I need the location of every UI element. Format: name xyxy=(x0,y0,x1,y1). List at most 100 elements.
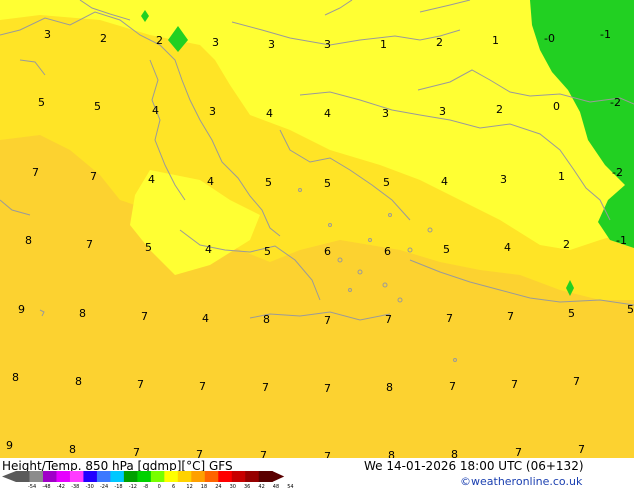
scale-swatch xyxy=(150,471,165,482)
scale-tick-label: 48 xyxy=(272,484,280,490)
scale-tick-label: -38 xyxy=(71,484,80,490)
temp-label: 4 xyxy=(148,173,155,186)
temp-label: 7 xyxy=(137,378,144,391)
scale-swatch xyxy=(29,471,44,482)
scale-swatch xyxy=(16,471,30,482)
temp-label: 8 xyxy=(75,375,82,388)
scale-tick-label: -18 xyxy=(114,484,123,490)
temp-label: 7 xyxy=(446,312,453,325)
temp-label: 7 xyxy=(324,450,331,458)
temp-label: 5 xyxy=(627,303,634,316)
temp-label: 7 xyxy=(260,449,267,458)
scale-swatch xyxy=(96,471,111,482)
temp-label: 8 xyxy=(451,448,458,458)
scale-swatch xyxy=(164,471,179,482)
temp-label: 4 xyxy=(504,241,511,254)
temp-label: 3 xyxy=(44,28,51,41)
temp-label: 7 xyxy=(133,446,140,458)
temp-label: 6 xyxy=(384,245,391,258)
temp-label: 7 xyxy=(86,238,93,251)
temp-label: 7 xyxy=(324,382,331,395)
temp-label: 4 xyxy=(441,175,448,188)
temp-label: 3 xyxy=(324,38,331,51)
scale-tick-label: -54 xyxy=(28,484,37,490)
temp-label: -2 xyxy=(610,96,621,109)
scale-arrow-left xyxy=(2,471,16,482)
temp-label: -1 xyxy=(600,28,611,41)
temp-label: 7 xyxy=(511,378,518,391)
temp-label: 9 xyxy=(6,439,13,452)
temp-label: 3 xyxy=(212,36,219,49)
scale-tick-label: 30 xyxy=(229,484,236,490)
scale-swatch xyxy=(258,471,273,482)
temp-label: 7 xyxy=(199,380,206,393)
temp-label: 2 xyxy=(100,32,107,45)
temp-label: 4 xyxy=(205,243,212,256)
scale-tick-label: -30 xyxy=(85,484,94,490)
temp-label: 7 xyxy=(196,448,203,458)
color-scale xyxy=(2,471,285,482)
scale-swatch xyxy=(137,471,152,482)
scale-tick-label: 12 xyxy=(186,484,193,490)
scale-tick-label: 36 xyxy=(244,484,251,490)
temp-label: 7 xyxy=(507,310,514,323)
temp-label: 1 xyxy=(492,34,499,47)
scale-tick-label: 42 xyxy=(258,484,265,490)
temp-label: 5 xyxy=(38,96,45,109)
temp-label: 0 xyxy=(553,100,560,113)
scale-swatch xyxy=(191,471,206,482)
scale-tick-label: -8 xyxy=(143,484,149,490)
temp-label: 7 xyxy=(578,443,585,456)
temp-label: 3 xyxy=(382,107,389,120)
temp-label: 7 xyxy=(573,375,580,388)
weather-map: 3 2 2 3 3 3 1 2 1 -0 -1 5 5 4 3 4 4 3 3 … xyxy=(0,0,634,458)
temp-label: 2 xyxy=(496,103,503,116)
scale-swatch xyxy=(83,471,98,482)
temp-label: 7 xyxy=(449,380,456,393)
scale-tick-label: 18 xyxy=(200,484,208,490)
scale-tick-label: 54 xyxy=(287,484,294,490)
temp-label: 5 xyxy=(265,176,272,189)
temp-label: 7 xyxy=(515,446,522,458)
scale-swatch xyxy=(69,471,84,482)
scale-swatch xyxy=(177,471,192,482)
temp-label: 5 xyxy=(443,243,450,256)
scale-swatch xyxy=(231,471,246,482)
temp-label: 4 xyxy=(324,107,331,120)
temp-label: 8 xyxy=(79,307,86,320)
scale-swatch xyxy=(110,471,125,482)
scale-swatch xyxy=(56,471,71,482)
temp-label: 3 xyxy=(439,105,446,118)
temp-label: -0 xyxy=(544,32,555,45)
temp-label: 4 xyxy=(202,312,209,325)
scale-tick-label: -24 xyxy=(100,484,109,490)
scale-arrow-right xyxy=(272,471,285,482)
scale-tick-label: 24 xyxy=(215,484,222,490)
scale-tick-label: 0 xyxy=(157,484,161,490)
temp-label: 7 xyxy=(385,313,392,326)
temp-label: 8 xyxy=(386,381,393,394)
temp-label: 1 xyxy=(558,170,565,183)
temp-label: 8 xyxy=(263,313,270,326)
temp-label: 8 xyxy=(25,234,32,247)
temp-label: 1 xyxy=(380,38,387,51)
temperature-field xyxy=(0,0,634,458)
temp-label: 5 xyxy=(383,176,390,189)
temp-label: 3 xyxy=(209,105,216,118)
temp-label: 8 xyxy=(388,449,395,458)
temp-label: 5 xyxy=(324,177,331,190)
scale-tick-label: -12 xyxy=(128,484,137,490)
temp-label: 2 xyxy=(563,238,570,251)
temp-label: 7 xyxy=(262,381,269,394)
temp-label: 8 xyxy=(69,443,76,456)
temp-label: 5 xyxy=(264,245,271,258)
scale-tick-label: -48 xyxy=(42,484,51,490)
temp-label: 2 xyxy=(436,36,443,49)
temp-label: 7 xyxy=(141,310,148,323)
valid-time: We 14-01-2026 18:00 UTC (06+132) xyxy=(364,459,584,473)
temp-label: 4 xyxy=(207,175,214,188)
temp-label: 2 xyxy=(156,34,163,47)
credit-link[interactable]: ©weatheronline.co.uk xyxy=(460,475,582,488)
temp-label: 7 xyxy=(90,170,97,183)
scale-swatch xyxy=(204,471,219,482)
